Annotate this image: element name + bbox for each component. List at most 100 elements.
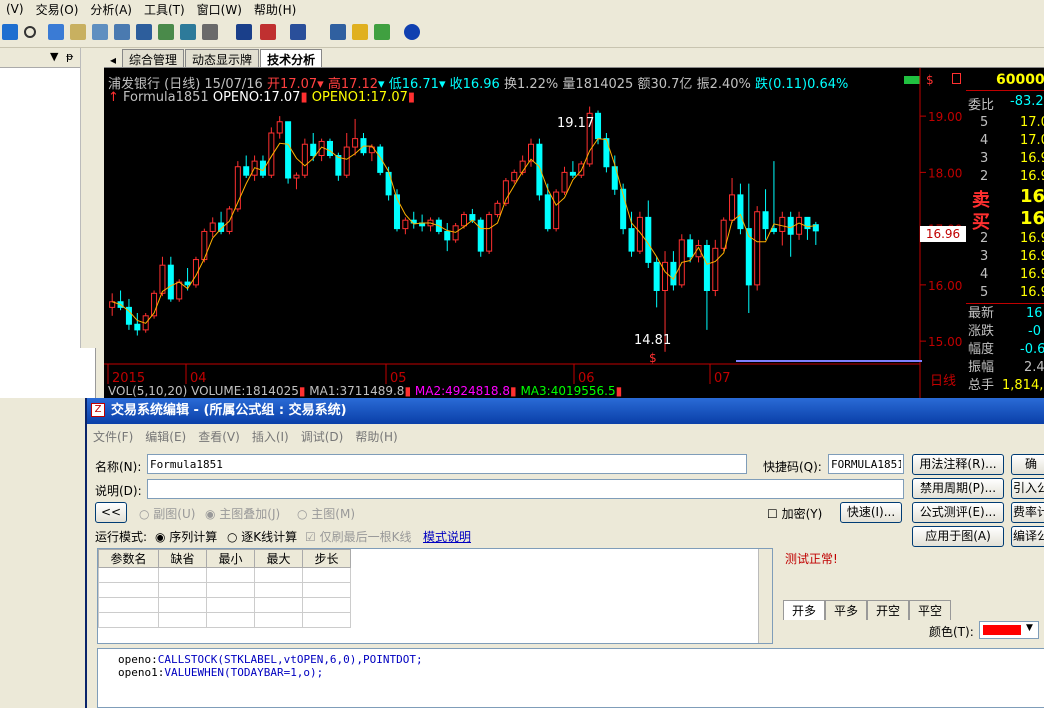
stat-change-value: -0 bbox=[1028, 324, 1041, 339]
radio-main-chart[interactable]: ○ 主图(M) bbox=[297, 505, 355, 522]
sell-level-3: 3 bbox=[980, 151, 989, 166]
zoom-icon[interactable] bbox=[24, 26, 36, 38]
indicator-icon[interactable] bbox=[180, 24, 196, 40]
tab-overview[interactable]: 综合管理 bbox=[122, 49, 185, 67]
menu-help[interactable]: 帮助(H) bbox=[248, 1, 302, 18]
param-header-max: 最大 bbox=[254, 549, 303, 568]
menu-view[interactable]: (V) bbox=[0, 2, 30, 16]
code-line: openo:CALLSTOCK(STKLABEL,vtOPEN,6,0),POI… bbox=[118, 653, 423, 666]
buy-level-4: 4 bbox=[980, 267, 989, 282]
menu-trade[interactable]: 交易(O) bbox=[30, 1, 85, 18]
monitor-icon[interactable] bbox=[330, 24, 346, 40]
table-row[interactable] bbox=[98, 597, 757, 613]
tab-close-short[interactable]: 平空 bbox=[909, 600, 952, 620]
formula-test-button[interactable]: 公式测评(E)... bbox=[912, 502, 1004, 523]
shortcut-label: 快捷码(Q): bbox=[763, 460, 822, 474]
nav-back-button[interactable]: << bbox=[95, 502, 127, 523]
radio-sequential[interactable]: ◉ 序列计算 bbox=[155, 528, 217, 545]
table-row[interactable] bbox=[98, 567, 757, 583]
confirm-button[interactable]: 确 bbox=[1011, 454, 1044, 475]
tab-dynamic-board[interactable]: 动态显示牌 bbox=[185, 49, 260, 67]
data-icon[interactable] bbox=[114, 24, 130, 40]
search-icon[interactable] bbox=[136, 24, 152, 40]
menu-analysis[interactable]: 分析(A) bbox=[84, 1, 138, 18]
dlg-menu-debug[interactable]: 调试(D) bbox=[295, 428, 350, 445]
menu-tools[interactable]: 工具(T) bbox=[138, 1, 191, 18]
link-icon[interactable] bbox=[92, 24, 108, 40]
tab-left-arrow-icon[interactable]: ◂ bbox=[104, 53, 122, 67]
candle-body bbox=[595, 112, 602, 140]
vol-ma3: MA3:4019556.5 bbox=[520, 384, 616, 398]
shortcut-input[interactable] bbox=[828, 454, 904, 474]
chevron-down-icon[interactable]: ▼ bbox=[1026, 623, 1033, 633]
tab-close-long[interactable]: 平多 bbox=[825, 600, 868, 620]
grid-icon[interactable] bbox=[236, 24, 252, 40]
layout-icon[interactable] bbox=[290, 24, 306, 40]
y-tick-label: 16.00 bbox=[928, 279, 962, 293]
candle-body bbox=[687, 239, 694, 258]
dialog-menu: 文件(F) 编辑(E) 查看(V) 插入(I) 调试(D) 帮助(H) bbox=[87, 426, 1044, 446]
list-icon[interactable] bbox=[260, 24, 276, 40]
candle-body bbox=[553, 191, 560, 230]
dlg-menu-insert[interactable]: 插入(I) bbox=[246, 428, 295, 445]
pin-icon[interactable]: ᵽ bbox=[66, 50, 73, 63]
left-panel-scrollbar[interactable] bbox=[80, 48, 96, 348]
candle-body bbox=[662, 261, 669, 291]
disable-period-button[interactable]: 禁用周期(P)... bbox=[912, 478, 1004, 499]
dlg-menu-view[interactable]: 查看(V) bbox=[192, 428, 246, 445]
move-icon[interactable] bbox=[2, 24, 18, 40]
high-annotation: 19.17 bbox=[557, 116, 595, 131]
color-label: 颜色(T): bbox=[929, 625, 974, 639]
tab-open-long[interactable]: 开多 bbox=[783, 600, 826, 620]
name-input[interactable] bbox=[147, 454, 747, 474]
formula-icon[interactable] bbox=[158, 24, 174, 40]
window-icon[interactable] bbox=[48, 24, 64, 40]
stat-change-label: 涨跌 bbox=[968, 324, 995, 339]
chart-icon[interactable] bbox=[202, 24, 218, 40]
color-picker[interactable]: ▼ bbox=[979, 621, 1039, 639]
code-editor[interactable]: openo:CALLSTOCK(STKLABEL,vtOPEN,6,0),POI… bbox=[97, 648, 1044, 708]
params-scrollbar[interactable] bbox=[758, 549, 772, 643]
dlg-menu-help[interactable]: 帮助(H) bbox=[349, 428, 403, 445]
desc-input[interactable] bbox=[147, 479, 904, 499]
edit-icon[interactable] bbox=[70, 24, 86, 40]
weibi-label: 委比 bbox=[968, 98, 995, 113]
dlg-menu-file[interactable]: 文件(F) bbox=[87, 428, 139, 445]
mode-help-link[interactable]: 模式说明 bbox=[423, 528, 471, 545]
kline-chart[interactable]: 浦发银行 (日线) 15/07/16 开17.07▾ 高17.12▾ 低16.7… bbox=[104, 68, 966, 398]
help-icon[interactable] bbox=[404, 24, 420, 40]
chevron-down-icon[interactable]: ▼ bbox=[50, 50, 58, 63]
radio-main-overlay[interactable]: ◉ 主图叠加(J) bbox=[205, 505, 280, 522]
compile-button[interactable]: 编译公 bbox=[1011, 526, 1044, 547]
ma-line bbox=[112, 138, 816, 324]
signal-marker-icon: $ bbox=[649, 351, 657, 365]
tab-technical-analysis[interactable]: 技术分析 bbox=[260, 49, 323, 67]
radio-sub-chart[interactable]: ○ 副图(U) bbox=[139, 505, 195, 522]
params-table[interactable]: 参数名 缺省 最小 最大 步长 bbox=[97, 548, 773, 644]
candle-body bbox=[653, 261, 660, 291]
dlg-menu-edit[interactable]: 编辑(E) bbox=[139, 428, 192, 445]
menu-window[interactable]: 窗口(W) bbox=[191, 1, 248, 18]
table-row[interactable] bbox=[98, 612, 757, 628]
buy-price-4: 16.9 bbox=[1020, 267, 1044, 282]
candle-body bbox=[276, 121, 283, 134]
table-row[interactable] bbox=[98, 582, 757, 598]
quick-button[interactable]: 快速(I)... bbox=[840, 502, 902, 523]
low-annotation: 14.81 bbox=[634, 333, 672, 348]
book-icon[interactable] bbox=[374, 24, 390, 40]
candle-body bbox=[754, 211, 761, 286]
candle-body bbox=[511, 171, 518, 182]
import-button[interactable]: 引入公 bbox=[1011, 478, 1044, 499]
tab-open-short[interactable]: 开空 bbox=[867, 600, 910, 620]
note-icon[interactable] bbox=[352, 24, 368, 40]
radio-per-bar[interactable]: ○ 逐K线计算 bbox=[227, 528, 297, 545]
apply-to-chart-button[interactable]: 应用于图(A) bbox=[912, 526, 1004, 547]
candle-body bbox=[494, 202, 501, 216]
fee-button[interactable]: 费率计 bbox=[1011, 502, 1044, 523]
candle-body bbox=[569, 171, 576, 176]
candle-body bbox=[561, 171, 568, 193]
usage-notes-button[interactable]: 用法注释(R)... bbox=[912, 454, 1004, 475]
last-bar-checkbox[interactable]: ☑ 仅刷最后一根K线 bbox=[305, 528, 411, 545]
encrypt-checkbox[interactable]: ☐ 加密(Y) bbox=[767, 505, 822, 522]
panel-toggle-icon[interactable] bbox=[952, 73, 961, 84]
